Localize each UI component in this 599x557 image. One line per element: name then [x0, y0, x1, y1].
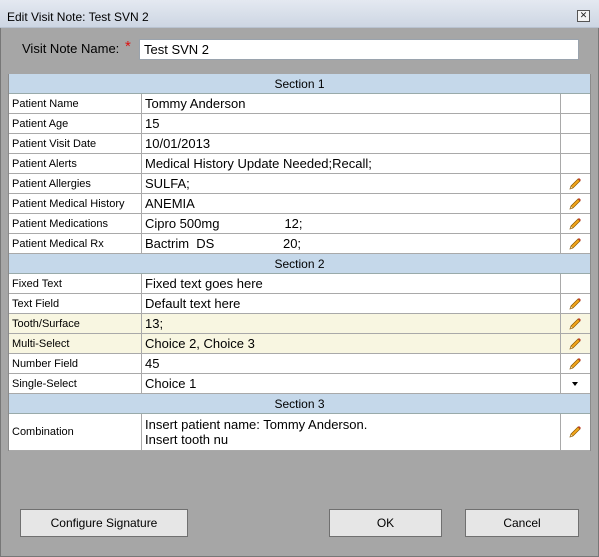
row-action-cell[interactable] [561, 234, 590, 253]
field-label: Patient Medical History [9, 194, 142, 213]
field-label: Patient Medications [9, 214, 142, 233]
configure-signature-button[interactable]: Configure Signature [20, 509, 188, 537]
table-row: Tooth/Surface 13; [9, 314, 590, 334]
field-value[interactable]: 13; [142, 314, 561, 333]
field-value[interactable]: 10/01/2013 [142, 134, 561, 153]
row-action-cell[interactable] [561, 314, 590, 333]
field-value[interactable]: ANEMIA [142, 194, 561, 213]
required-marker: * [125, 38, 131, 55]
row-action-cell [561, 134, 590, 153]
field-value[interactable]: 15 [142, 114, 561, 133]
pencil-icon[interactable] [568, 425, 582, 439]
cancel-button[interactable]: Cancel [465, 509, 579, 537]
table-row: Patient Medical History ANEMIA [9, 194, 590, 214]
field-label: Combination [9, 414, 142, 450]
section-header: Section 1 [9, 74, 590, 94]
field-label: Patient Name [9, 94, 142, 113]
pencil-icon[interactable] [568, 237, 582, 251]
field-value[interactable]: Insert patient name: Tommy Anderson. Ins… [142, 414, 561, 450]
visit-note-name-input[interactable] [139, 39, 579, 60]
field-value[interactable]: Choice 2, Choice 3 [142, 334, 561, 353]
field-label: Tooth/Surface [9, 314, 142, 333]
dropdown-arrow-icon[interactable] [572, 382, 578, 386]
table-row: Patient Alerts Medical History Update Nee… [9, 154, 590, 174]
row-action-cell[interactable] [561, 374, 590, 393]
field-value[interactable]: Default text here [142, 294, 561, 313]
row-action-cell[interactable] [561, 334, 590, 353]
table-row: Patient Age 15 [9, 114, 590, 134]
field-label: Fixed Text [9, 274, 142, 293]
close-button[interactable]: ✕ [577, 10, 590, 22]
field-label: Patient Alerts [9, 154, 142, 173]
field-label: Single-Select [9, 374, 142, 393]
window-title: Edit Visit Note: Test SVN 2 [7, 10, 149, 24]
field-label: Patient Age [9, 114, 142, 133]
table-row: Number Field 45 [9, 354, 590, 374]
field-value[interactable]: Choice 1 [142, 374, 561, 393]
row-action-cell [561, 114, 590, 133]
row-action-cell [561, 274, 590, 293]
table-row: Patient Visit Date 10/01/2013 [9, 134, 590, 154]
field-label: Number Field [9, 354, 142, 373]
field-value[interactable]: Cipro 500mg 12; [142, 214, 561, 233]
row-action-cell[interactable] [561, 214, 590, 233]
table-row: Multi-Select Choice 2, Choice 3 [9, 334, 590, 354]
pencil-icon[interactable] [568, 317, 582, 331]
table-row: Patient Allergies SULFA; [9, 174, 590, 194]
pencil-icon[interactable] [568, 177, 582, 191]
close-icon: ✕ [579, 11, 588, 21]
field-label: Text Field [9, 294, 142, 313]
field-label: Patient Visit Date [9, 134, 142, 153]
section-header: Section 2 [9, 254, 590, 274]
table-row: Single-Select Choice 1 [9, 374, 590, 394]
table-row: Patient Medical Rx Bactrim DS 20; [9, 234, 590, 254]
field-label: Patient Medical Rx [9, 234, 142, 253]
row-action-cell [561, 94, 590, 113]
pencil-icon[interactable] [568, 297, 582, 311]
field-value[interactable]: 45 [142, 354, 561, 373]
title-bar: Edit Visit Note: Test SVN 2 ✕ [0, 0, 599, 28]
field-label: Patient Allergies [9, 174, 142, 193]
table-row: Text Field Default text here [9, 294, 590, 314]
field-value[interactable]: Bactrim DS 20; [142, 234, 561, 253]
table-row: Combination Insert patient name: Tommy An… [9, 414, 590, 451]
section-header: Section 3 [9, 394, 590, 414]
row-action-cell[interactable] [561, 354, 590, 373]
pencil-icon[interactable] [568, 337, 582, 351]
field-label: Multi-Select [9, 334, 142, 353]
row-action-cell[interactable] [561, 194, 590, 213]
row-action-cell [561, 154, 590, 173]
table-row: Fixed Text Fixed text goes here [9, 274, 590, 294]
ok-button[interactable]: OK [329, 509, 442, 537]
visit-note-name-label: Visit Note Name: [22, 41, 120, 56]
pencil-icon[interactable] [568, 357, 582, 371]
pencil-icon[interactable] [568, 217, 582, 231]
row-action-cell[interactable] [561, 414, 590, 450]
field-value[interactable]: Tommy Anderson [142, 94, 561, 113]
field-value[interactable]: Medical History Update Needed;Recall; [142, 154, 561, 173]
field-value[interactable]: Fixed text goes here [142, 274, 561, 293]
field-value[interactable]: SULFA; [142, 174, 561, 193]
visit-note-grid: Section 1 Patient Name Tommy Anderson Patie… [8, 74, 591, 451]
table-row: Patient Name Tommy Anderson [9, 94, 590, 114]
table-row: Patient Medications Cipro 500mg 12; [9, 214, 590, 234]
row-action-cell[interactable] [561, 294, 590, 313]
pencil-icon[interactable] [568, 197, 582, 211]
row-action-cell[interactable] [561, 174, 590, 193]
